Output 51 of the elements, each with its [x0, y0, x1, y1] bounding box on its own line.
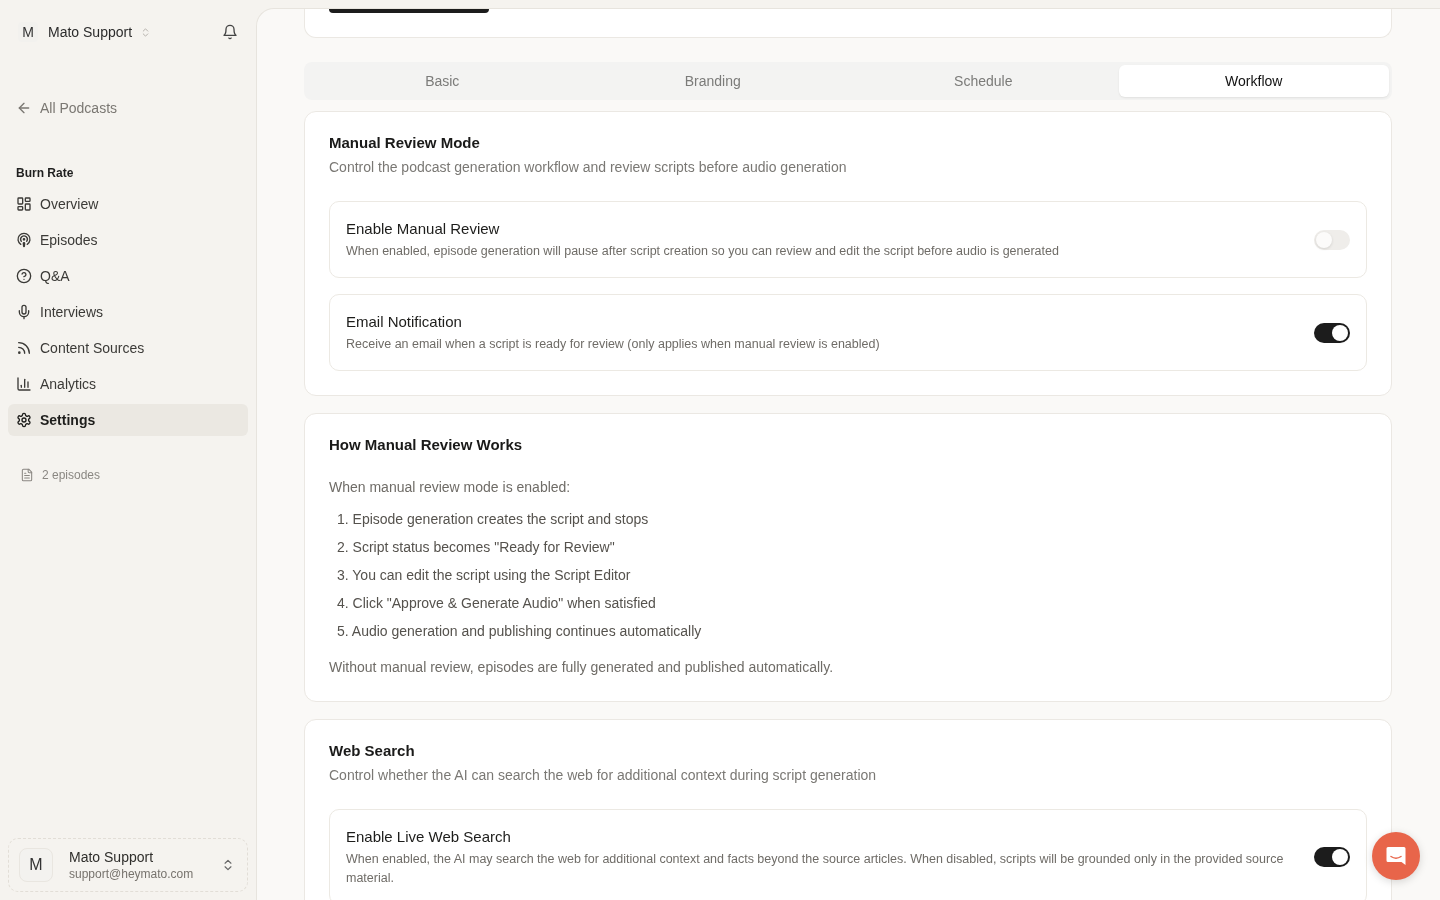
section-title: Web Search — [329, 741, 416, 761]
user-avatar: M — [19, 848, 53, 882]
user-menu[interactable]: M Mato Support support@heymato.com — [8, 838, 248, 892]
bar-chart-icon — [16, 376, 32, 392]
toggle-switch[interactable] — [1314, 322, 1350, 343]
nav-item[interactable]: Interviews — [8, 296, 248, 328]
setting-title: Email Notification — [346, 312, 463, 332]
podcast-icon — [16, 232, 32, 248]
tab[interactable]: Basic — [307, 65, 578, 97]
setting-title: Enable Manual Review — [346, 219, 501, 239]
list-item: 1. Episode generation creates the script and stops — [337, 510, 650, 529]
microphone-icon — [16, 304, 32, 320]
nav-item[interactable]: Episodes — [8, 224, 248, 256]
toggle-switch[interactable] — [1314, 847, 1350, 867]
setting-description: When enabled, the AI may search the web for additional context and facts beyond the source articles. When disabled, scripts will be grounded only in the provided source material. — [346, 851, 1285, 887]
settings-icon — [16, 412, 32, 428]
list-item: 5. Audio generation and publishing continues automatically — [337, 622, 703, 641]
workspace-name: Mato Support — [48, 24, 133, 40]
section-title: Manual Review Mode — [329, 133, 481, 153]
section-description: Control the podcast generation workflow and review scripts before audio generation — [329, 158, 848, 177]
section-description: Control whether the AI can search the web for additional context during script generation — [329, 766, 878, 785]
list-item: 2. Script status becomes "Ready for Review" — [337, 538, 616, 557]
setting-description: When enabled, episode generation will pause after script creation so you can review and edit the script before audio is generated — [346, 243, 1060, 260]
nav-item[interactable]: Analytics — [8, 368, 248, 400]
episode-count: 2 episodes — [42, 468, 101, 482]
list-item: 4. Click "Approve & Generate Audio" when satisfied — [337, 594, 657, 613]
user-name: Mato Support — [69, 848, 155, 866]
nav-item[interactable]: Settings — [8, 404, 248, 436]
workspace-switcher[interactable]: M Mato Support — [18, 22, 152, 42]
tab[interactable]: Branding — [577, 65, 848, 97]
nav-item[interactable]: Q&A — [8, 260, 248, 292]
intro-text: When manual review mode is enabled: — [329, 478, 572, 497]
chat-bubble-icon — [1384, 844, 1408, 868]
nav-item[interactable]: Overview — [8, 188, 248, 220]
section-title: How Manual Review Works — [329, 435, 524, 455]
setting-title: Enable Live Web Search — [346, 827, 512, 847]
file-icon — [20, 468, 34, 482]
tab[interactable]: Schedule — [848, 65, 1119, 97]
dashboard-icon — [16, 196, 32, 212]
tab[interactable]: Workflow — [1118, 65, 1389, 97]
setting-description: Receive an email when a script is ready for review (only applies when manual review is enabled) — [346, 336, 881, 353]
podcast-name: Burn Rate — [16, 165, 75, 182]
help-icon — [16, 268, 32, 284]
rss-icon — [16, 340, 32, 356]
list-item: 3. You can edit the script using the Script Editor — [337, 566, 632, 585]
toggle-switch[interactable] — [1314, 229, 1350, 250]
note-text: Without manual review, episodes are fully generated and published automatically. — [329, 658, 835, 677]
nav-item[interactable]: Content Sources — [8, 332, 248, 364]
user-email: support@heymato.com — [69, 866, 195, 882]
notification-bell-icon[interactable] — [222, 24, 238, 40]
back-link[interactable]: All Podcasts — [16, 98, 256, 118]
